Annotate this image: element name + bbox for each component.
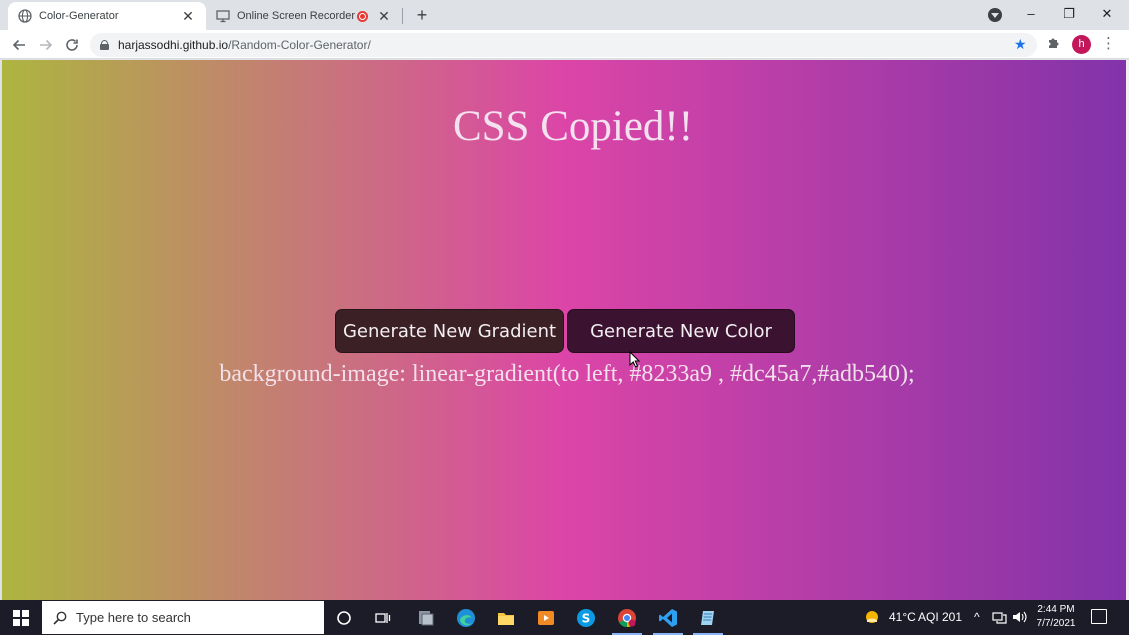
globe-icon (18, 9, 32, 23)
cortana-icon[interactable] (332, 606, 356, 630)
windows-taskbar: Type here to search S 41°C AQI 201 ^ 2:4… (0, 600, 1129, 635)
search-icon (53, 611, 67, 625)
air-quality-index[interactable]: AQI 201 (918, 610, 962, 624)
tab-search-icon[interactable] (988, 8, 1002, 22)
restore-button[interactable]: ❐ (1054, 3, 1084, 25)
extensions-puzzle-icon[interactable] (1047, 36, 1060, 53)
mouse-cursor-icon (629, 351, 641, 368)
taskbar-search-box[interactable]: Type here to search (42, 601, 324, 634)
chrome-icon[interactable] (615, 606, 639, 630)
profile-avatar[interactable]: h (1072, 35, 1091, 54)
notification-center-icon[interactable] (1091, 609, 1107, 624)
address-bar[interactable]: harjassodhi.github.io/Random-Color-Gener… (90, 33, 1037, 57)
tab-strip: Color-Generator ✕ Online Screen Recorder… (0, 0, 1129, 30)
new-tab-button[interactable]: + (412, 5, 432, 25)
weather-sun-icon[interactable] (863, 608, 881, 626)
browser-menu-icon[interactable]: ⋮ (1101, 35, 1116, 53)
reload-icon[interactable] (61, 34, 83, 56)
page-title: CSS Copied!! (452, 103, 694, 150)
windows-start-icon[interactable] (13, 610, 29, 626)
button-row: Generate New Gradient Generate New Color (335, 309, 795, 353)
network-icon[interactable] (992, 611, 1007, 624)
minimize-button[interactable]: – (1016, 3, 1046, 25)
browser-toolbar: harjassodhi.github.io/Random-Color-Gener… (0, 30, 1129, 59)
tab-divider (402, 8, 403, 24)
bookmark-star-icon[interactable]: ★ (1014, 36, 1027, 52)
tab-online-screen-recorder[interactable]: Online Screen Recorder ✕ (206, 2, 402, 30)
css-output-text[interactable]: background-image: linear-gradient(to lef… (2, 361, 1126, 388)
file-server-icon[interactable] (414, 606, 438, 630)
monitor-icon (216, 9, 230, 23)
edge-browser-icon[interactable] (454, 606, 478, 630)
clock-date: 7/7/2021 (1036, 618, 1076, 629)
recording-icon (357, 10, 368, 22)
generate-gradient-button[interactable]: Generate New Gradient (335, 309, 564, 353)
url-host: harjassodhi.github.io (118, 38, 229, 52)
url-path: /Random-Color-Generator/ (228, 38, 371, 52)
svg-text:S: S (582, 612, 591, 626)
close-tab-icon[interactable]: ✕ (376, 8, 392, 24)
tab-title: Online Screen Recorder (237, 10, 356, 22)
page-viewport: CSS Copied!! Generate New Gradient Gener… (2, 60, 1126, 600)
task-view-icon[interactable] (371, 606, 395, 630)
lock-icon (100, 40, 109, 50)
file-explorer-icon[interactable] (494, 606, 518, 630)
notes-app-icon[interactable] (696, 606, 720, 630)
vscode-icon[interactable] (656, 606, 680, 630)
tab-color-generator[interactable]: Color-Generator ✕ (8, 2, 206, 30)
generate-color-button[interactable]: Generate New Color (567, 309, 795, 353)
tab-title: Color-Generator (39, 10, 119, 22)
forward-arrow-icon[interactable] (35, 34, 57, 56)
close-tab-icon[interactable]: ✕ (180, 8, 196, 24)
back-arrow-icon[interactable] (8, 34, 30, 56)
show-hidden-icons-chevron-icon[interactable]: ^ (974, 610, 980, 624)
clock-time: 2:44 PM (1037, 604, 1075, 615)
system-clock[interactable]: 2:44 PM 7/7/2021 (1034, 603, 1078, 631)
media-player-icon[interactable] (534, 606, 558, 630)
close-window-button[interactable]: ✕ (1092, 3, 1122, 25)
search-placeholder: Type here to search (76, 610, 191, 625)
weather-temperature[interactable]: 41°C (889, 610, 916, 624)
skype-icon[interactable]: S (574, 606, 598, 630)
volume-icon[interactable] (1012, 610, 1027, 624)
